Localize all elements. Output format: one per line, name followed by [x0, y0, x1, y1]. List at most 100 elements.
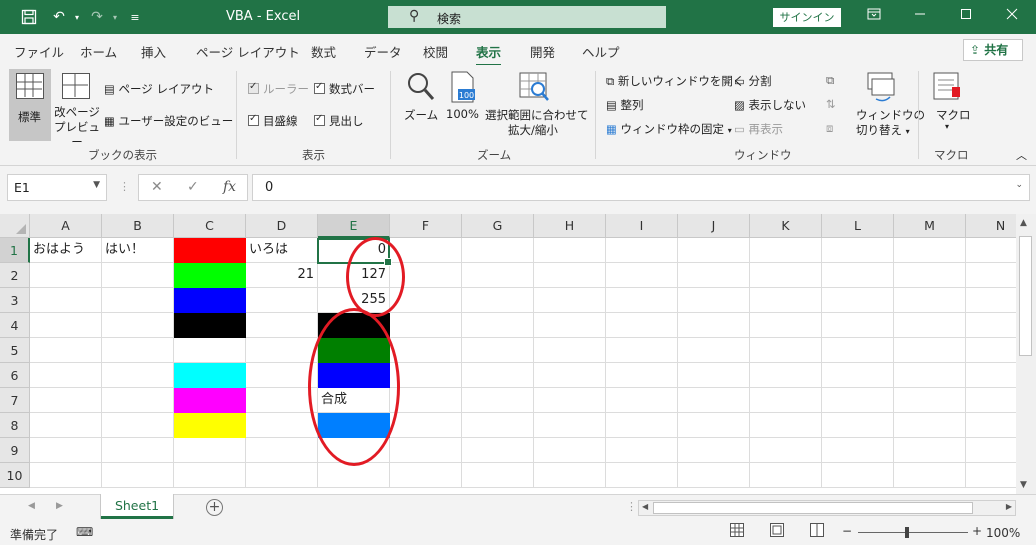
cell-h9[interactable] — [534, 438, 606, 463]
cell-n6[interactable] — [966, 363, 1016, 388]
zoom-100-icon[interactable]: 100 — [450, 71, 476, 106]
formula-input[interactable]: 0 ⌄ — [252, 174, 1030, 201]
next-sheet-icon[interactable]: ▶ — [56, 501, 63, 511]
new-window-button[interactable]: ⧉ 新しいウィンドウを開く — [606, 73, 744, 89]
scroll-right-icon[interactable]: ▶ — [1006, 502, 1012, 511]
scroll-up-icon[interactable]: ▲ — [1020, 218, 1027, 228]
cell-n5[interactable] — [966, 338, 1016, 363]
normal-view-status-icon[interactable] — [730, 523, 746, 539]
cell-d10[interactable] — [246, 463, 318, 488]
cell-m8[interactable] — [894, 413, 966, 438]
scroll-left-icon[interactable]: ◀ — [642, 502, 648, 511]
column-header-b[interactable]: B — [102, 214, 174, 238]
arrange-all-button[interactable]: ▤ 整列 — [606, 97, 644, 113]
cell-b9[interactable] — [102, 438, 174, 463]
row-header-3[interactable]: 3 — [0, 288, 30, 313]
cell-n1[interactable] — [966, 238, 1016, 263]
row-header-10[interactable]: 10 — [0, 463, 30, 488]
cell-d8[interactable] — [246, 413, 318, 438]
cell-e6[interactable] — [318, 363, 390, 388]
cell-a7[interactable] — [30, 388, 102, 413]
cell-j5[interactable] — [678, 338, 750, 363]
tab-split-grip-icon[interactable]: ⋮ — [626, 500, 637, 513]
cell-b3[interactable] — [102, 288, 174, 313]
row-header-6[interactable]: 6 — [0, 363, 30, 388]
cell-l1[interactable] — [822, 238, 894, 263]
column-header-g[interactable]: G — [462, 214, 534, 238]
cell-m10[interactable] — [894, 463, 966, 488]
cell-f10[interactable] — [390, 463, 462, 488]
cell-g5[interactable] — [462, 338, 534, 363]
reset-window-position-icon[interactable]: ⧈ — [826, 121, 833, 136]
prev-sheet-icon[interactable]: ◀ — [28, 501, 35, 511]
cell-l10[interactable] — [822, 463, 894, 488]
redo-icon[interactable]: ↷ — [88, 8, 106, 26]
enter-icon[interactable]: ✓ — [187, 179, 199, 195]
name-box-dropdown-icon[interactable]: ▼ — [93, 180, 100, 190]
tab-help[interactable]: ヘルプ — [582, 42, 620, 61]
cell-g6[interactable] — [462, 363, 534, 388]
unhide-window-button[interactable]: ▭ 再表示 — [734, 121, 783, 137]
cell-d9[interactable] — [246, 438, 318, 463]
maximize-icon[interactable] — [956, 6, 976, 26]
cell-e2[interactable]: 127 — [318, 263, 390, 288]
cell-c10[interactable] — [174, 463, 246, 488]
row-header-1[interactable]: 1 — [0, 238, 30, 263]
cell-i6[interactable] — [606, 363, 678, 388]
cell-b8[interactable] — [102, 413, 174, 438]
cell-f4[interactable] — [390, 313, 462, 338]
cell-d5[interactable] — [246, 338, 318, 363]
cell-f6[interactable] — [390, 363, 462, 388]
collapse-ribbon-icon[interactable]: ︿ — [1016, 147, 1027, 163]
save-icon[interactable] — [20, 8, 38, 26]
cell-n8[interactable] — [966, 413, 1016, 438]
tab-review[interactable]: 校閲 — [423, 42, 448, 61]
customize-toolbar-icon[interactable]: ≡ — [126, 8, 144, 26]
cell-c6[interactable] — [174, 363, 246, 388]
cell-b2[interactable] — [102, 263, 174, 288]
cell-k3[interactable] — [750, 288, 822, 313]
cell-j7[interactable] — [678, 388, 750, 413]
sheet-tab-sheet1[interactable]: Sheet1 — [101, 494, 173, 519]
cell-c8[interactable] — [174, 413, 246, 438]
cell-l6[interactable] — [822, 363, 894, 388]
cell-e3[interactable]: 255 — [318, 288, 390, 313]
switch-windows-label-line1[interactable]: ウィンドウの — [856, 107, 925, 123]
cell-c4[interactable] — [174, 313, 246, 338]
tab-page-layout[interactable]: ページ レイアウト — [196, 42, 300, 61]
zoom-to-selection-label-line1[interactable]: 選択範囲に合わせて — [485, 107, 589, 123]
column-header-j[interactable]: J — [678, 214, 750, 238]
cell-l8[interactable] — [822, 413, 894, 438]
cell-m7[interactable] — [894, 388, 966, 413]
cell-a6[interactable] — [30, 363, 102, 388]
column-header-k[interactable]: K — [750, 214, 822, 238]
cell-l4[interactable] — [822, 313, 894, 338]
cell-n7[interactable] — [966, 388, 1016, 413]
cell-m6[interactable] — [894, 363, 966, 388]
redo-dropdown-icon[interactable]: ▾ — [106, 8, 124, 26]
row-header-5[interactable]: 5 — [0, 338, 30, 363]
cell-d4[interactable] — [246, 313, 318, 338]
cell-i8[interactable] — [606, 413, 678, 438]
column-header-m[interactable]: M — [894, 214, 966, 238]
zoom-label[interactable]: ズーム — [404, 107, 438, 123]
column-header-f[interactable]: F — [390, 214, 462, 238]
page-break-status-icon[interactable] — [810, 523, 826, 539]
cell-l2[interactable] — [822, 263, 894, 288]
cell-i4[interactable] — [606, 313, 678, 338]
cell-f9[interactable] — [390, 438, 462, 463]
cell-i1[interactable] — [606, 238, 678, 263]
page-layout-status-icon[interactable] — [770, 523, 786, 539]
page-layout-button[interactable]: ▤ ページ レイアウト — [104, 81, 214, 97]
cell-a9[interactable] — [30, 438, 102, 463]
cell-h4[interactable] — [534, 313, 606, 338]
zoom-icon[interactable] — [406, 71, 436, 106]
cell-h2[interactable] — [534, 263, 606, 288]
name-box[interactable]: E1 ▼ — [7, 174, 107, 201]
cell-h1[interactable] — [534, 238, 606, 263]
formula-bar-checkbox[interactable]: 数式バー — [314, 81, 375, 97]
tab-insert[interactable]: 挿入 — [141, 42, 166, 61]
cell-f1[interactable] — [390, 238, 462, 263]
cell-i5[interactable] — [606, 338, 678, 363]
cell-l7[interactable] — [822, 388, 894, 413]
